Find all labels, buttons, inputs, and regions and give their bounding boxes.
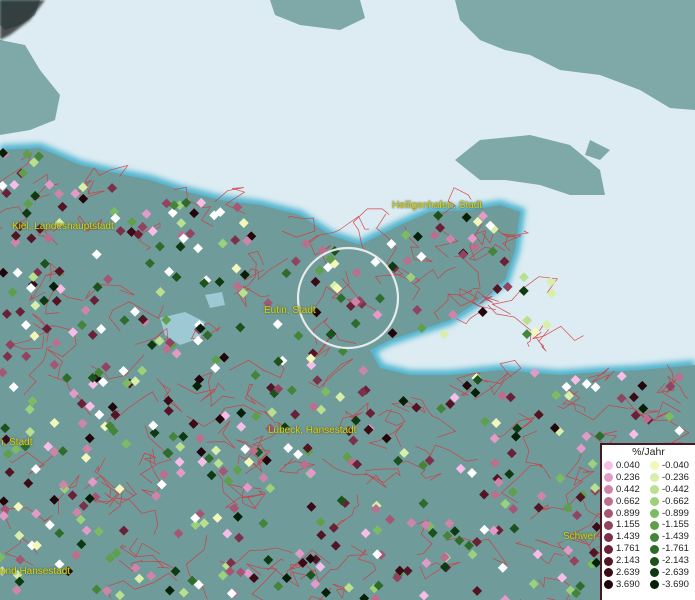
legend-value: 0.442 bbox=[616, 483, 640, 495]
legend-value: -1.761 bbox=[662, 543, 689, 555]
legend-entry-positive: 3.690 bbox=[602, 578, 648, 590]
legend-value: 0.236 bbox=[616, 471, 640, 483]
legend-row: 0.236 -0.236 bbox=[602, 472, 695, 484]
legend-entry-negative: -1.761 bbox=[648, 544, 694, 554]
place-label-heiligenhafen: Heiligenhafen, Stadt bbox=[392, 200, 483, 211]
legend-row: 0.040 -0.040 bbox=[602, 460, 695, 472]
legend-value: -0.236 bbox=[662, 471, 689, 483]
legend-swatch bbox=[650, 580, 659, 590]
legend-entry-positive: 2.143 bbox=[602, 556, 648, 566]
legend-entry-positive: 0.442 bbox=[602, 483, 648, 495]
legend-swatch bbox=[604, 461, 613, 471]
legend-value: 0.662 bbox=[616, 495, 640, 507]
legend-swatch bbox=[650, 461, 659, 471]
legend-entry-negative: -1.155 bbox=[648, 520, 694, 530]
legend-row: 0.899 -0.899 bbox=[602, 508, 695, 520]
place-label-luebeck: Lübeck, Hansestadt bbox=[268, 425, 357, 436]
legend-swatch bbox=[604, 520, 613, 530]
legend-row: 2.639 -2.639 bbox=[602, 567, 695, 579]
legend-entry-negative: -0.236 bbox=[648, 471, 694, 483]
legend-entry-negative: -1.439 bbox=[648, 532, 694, 542]
legend-value: -0.442 bbox=[662, 483, 689, 495]
legend-row: 1.439 -1.439 bbox=[602, 531, 695, 543]
legend-title: %/Jahr bbox=[632, 446, 665, 458]
legend-entry-negative: -2.143 bbox=[648, 556, 694, 566]
legend-value: 1.155 bbox=[616, 519, 640, 531]
legend-swatch bbox=[650, 485, 659, 495]
legend-value: -1.155 bbox=[662, 519, 689, 531]
place-label-schwerin: Schwer bbox=[563, 531, 597, 542]
legend-swatch bbox=[650, 473, 659, 483]
legend-swatch bbox=[604, 485, 613, 495]
legend-swatch bbox=[650, 568, 659, 578]
place-label-stadt-left: n, Stadt bbox=[0, 437, 33, 448]
legend-value: -0.899 bbox=[662, 507, 689, 519]
legend-row: 1.761 -1.761 bbox=[602, 543, 695, 555]
legend-entry-positive: 0.040 bbox=[602, 459, 648, 471]
legend-swatch bbox=[650, 497, 659, 507]
legend-swatch bbox=[604, 473, 613, 483]
legend-entry-positive: 0.662 bbox=[602, 495, 648, 507]
legend-rows: 0.040 -0.040 0.236 -0.236 0.442 -0.442 0.662 -0… bbox=[602, 460, 695, 591]
map-canvas[interactable] bbox=[0, 0, 695, 600]
legend-value: -2.143 bbox=[662, 555, 689, 567]
legend-value: -3.690 bbox=[662, 578, 689, 590]
place-label-eutin: Eutin, Stadt bbox=[264, 305, 316, 316]
legend-entry-positive: 2.639 bbox=[602, 566, 648, 578]
legend-value: 2.143 bbox=[616, 555, 640, 567]
legend-value: 2.639 bbox=[616, 566, 640, 578]
legend-row: 0.662 -0.662 bbox=[602, 496, 695, 508]
legend-entry-negative: -0.662 bbox=[648, 495, 694, 507]
legend-swatch bbox=[604, 580, 613, 590]
legend-entry-negative: -0.442 bbox=[648, 483, 694, 495]
legend-swatch bbox=[604, 497, 613, 507]
legend-value: 0.899 bbox=[616, 507, 640, 519]
legend-row: 3.690 -3.690 bbox=[602, 579, 695, 591]
legend-swatch bbox=[650, 532, 659, 542]
legend-row: 0.442 -0.442 bbox=[602, 484, 695, 496]
legend-entry-positive: 1.761 bbox=[602, 544, 648, 554]
legend-value: -1.439 bbox=[662, 531, 689, 543]
place-label-kiel: Kiel, Landeshauptstadt bbox=[12, 221, 114, 232]
legend-value: -0.662 bbox=[662, 495, 689, 507]
legend-value: 0.040 bbox=[616, 459, 640, 471]
legend-entry-negative: -0.040 bbox=[648, 459, 694, 471]
legend-entry-positive: 0.236 bbox=[602, 471, 648, 483]
legend-row: 2.143 -2.143 bbox=[602, 555, 695, 567]
legend-swatch bbox=[650, 544, 659, 554]
legend-entry-negative: -2.639 bbox=[648, 566, 694, 578]
legend-value: 3.690 bbox=[616, 578, 640, 590]
legend-entry-positive: 1.439 bbox=[602, 532, 648, 542]
legend-value: 1.761 bbox=[616, 543, 640, 555]
legend-entry-negative: -0.899 bbox=[648, 507, 694, 519]
legend-swatch bbox=[604, 532, 613, 542]
legend-entry-negative: -3.690 bbox=[648, 578, 694, 590]
legend: %/Jahr 0.040 -0.040 0.236 -0.236 0.442 -0.442… bbox=[600, 443, 695, 600]
legend-swatch bbox=[604, 568, 613, 578]
legend-swatch bbox=[604, 544, 613, 554]
legend-value: -0.040 bbox=[662, 459, 689, 471]
legend-swatch bbox=[650, 509, 659, 518]
legend-swatch bbox=[604, 509, 613, 518]
legend-entry-positive: 0.899 bbox=[602, 507, 648, 519]
legend-entry-positive: 1.155 bbox=[602, 520, 648, 530]
place-label-hansestadt-left: und Hansestadt bbox=[0, 566, 71, 577]
legend-value: -2.639 bbox=[662, 566, 689, 578]
legend-swatch bbox=[604, 556, 613, 566]
legend-value: 1.439 bbox=[616, 531, 640, 543]
legend-row: 1.155 -1.155 bbox=[602, 519, 695, 531]
legend-swatch bbox=[650, 556, 659, 566]
legend-swatch bbox=[650, 520, 659, 530]
